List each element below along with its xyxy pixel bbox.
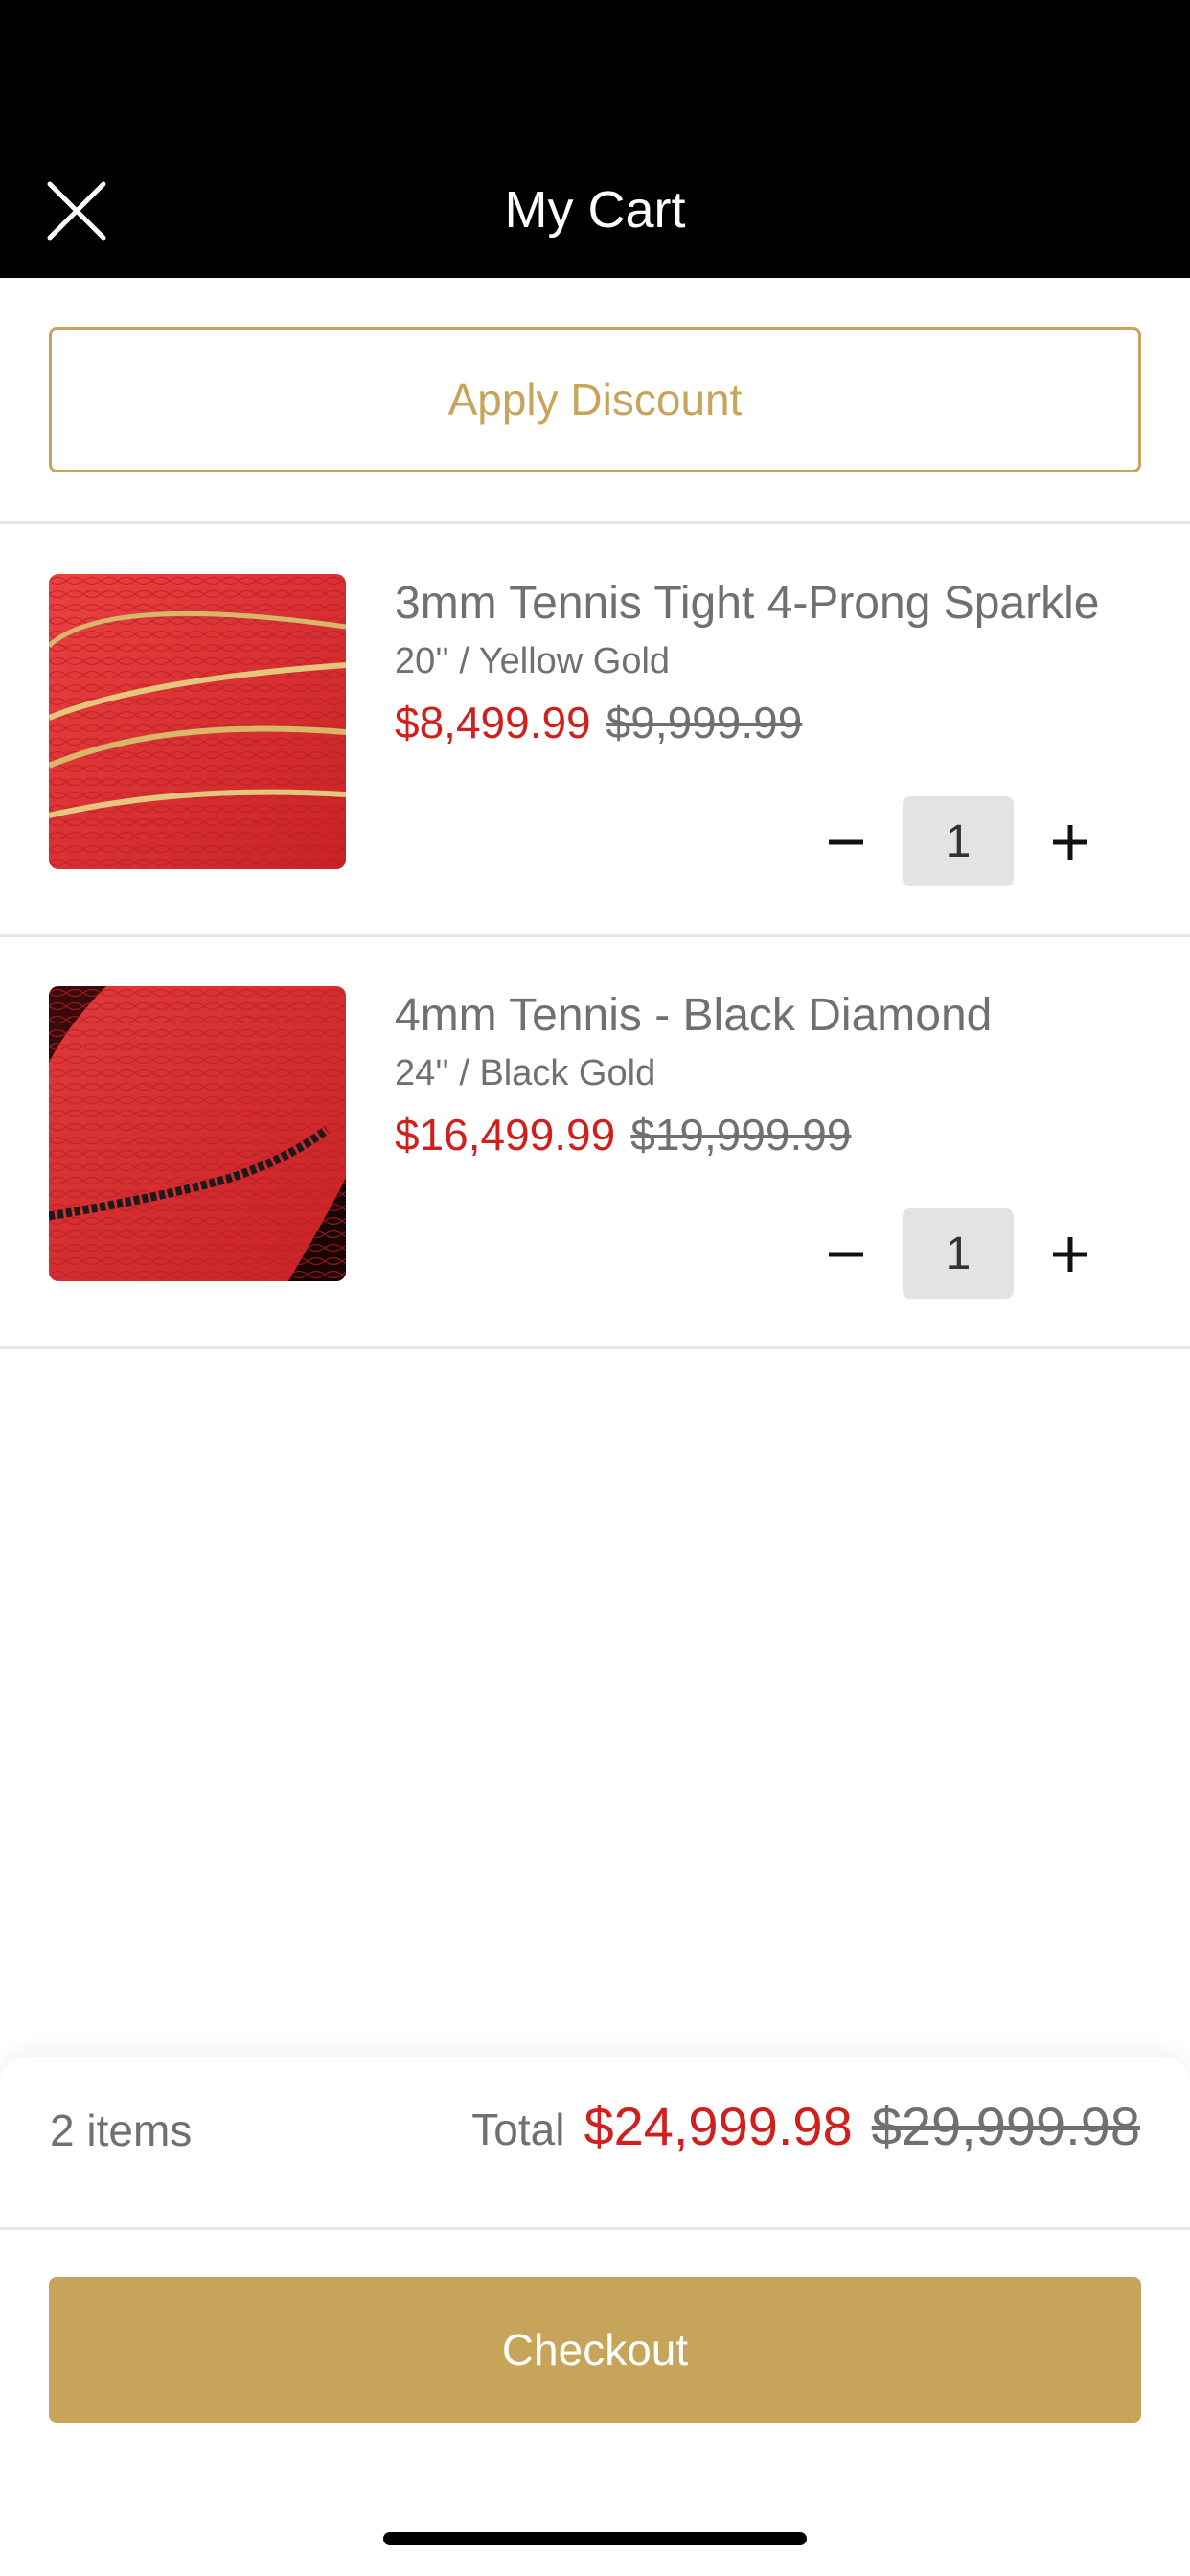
decrease-quantity-button[interactable] bbox=[808, 804, 884, 881]
checkout-button[interactable]: Checkout bbox=[49, 2277, 1141, 2423]
item-variant: 20'' / Yellow Gold bbox=[395, 641, 671, 681]
item-variant: 24'' / Black Gold bbox=[395, 1053, 656, 1093]
original-price: $19,999.99 bbox=[630, 1110, 852, 1160]
divider bbox=[0, 1346, 1190, 1349]
total-sale-price: $24,999.98 bbox=[584, 2096, 853, 2156]
total-row: Total $24,999.98 $29,999.98 bbox=[471, 2095, 1140, 2157]
page-title: My Cart bbox=[504, 181, 686, 239]
decrease-quantity-button[interactable] bbox=[808, 1216, 884, 1293]
items-count: 2 items bbox=[50, 2105, 193, 2155]
quantity-value[interactable]: 1 bbox=[903, 796, 1014, 886]
divider bbox=[0, 2227, 1190, 2230]
item-prices: $16,499.99 $19,999.99 bbox=[395, 1109, 851, 1161]
sale-price: $8,499.99 bbox=[395, 698, 591, 748]
cart-summary-footer: 2 items Total $24,999.98 $29,999.98 Chec… bbox=[0, 2057, 1190, 2576]
header-bar: My Cart bbox=[0, 0, 1190, 278]
item-title: 4mm Tennis - Black Diamond bbox=[395, 990, 993, 1041]
black-diamond-chain-image[interactable] bbox=[49, 986, 346, 1281]
increase-quantity-button[interactable] bbox=[1032, 1216, 1109, 1293]
gold-tennis-chain-image[interactable] bbox=[49, 574, 346, 869]
total-original-price: $29,999.98 bbox=[871, 2096, 1140, 2156]
item-title: 3mm Tennis Tight 4-Prong Sparkle bbox=[395, 578, 1100, 629]
cart-item: 4mm Tennis - Black Diamond 24'' / Black … bbox=[0, 936, 1190, 1348]
apply-discount-button[interactable]: Apply Discount bbox=[49, 327, 1141, 472]
total-label: Total bbox=[471, 2104, 565, 2154]
cart-item: 3mm Tennis Tight 4-Prong Sparkle 20'' / … bbox=[0, 524, 1190, 936]
increase-quantity-button[interactable] bbox=[1032, 804, 1109, 881]
quantity-value[interactable]: 1 bbox=[903, 1208, 1014, 1299]
sale-price: $16,499.99 bbox=[395, 1110, 616, 1160]
item-prices: $8,499.99 $9,999.99 bbox=[395, 697, 802, 748]
original-price: $9,999.99 bbox=[606, 698, 803, 748]
home-indicator[interactable] bbox=[383, 2532, 807, 2545]
